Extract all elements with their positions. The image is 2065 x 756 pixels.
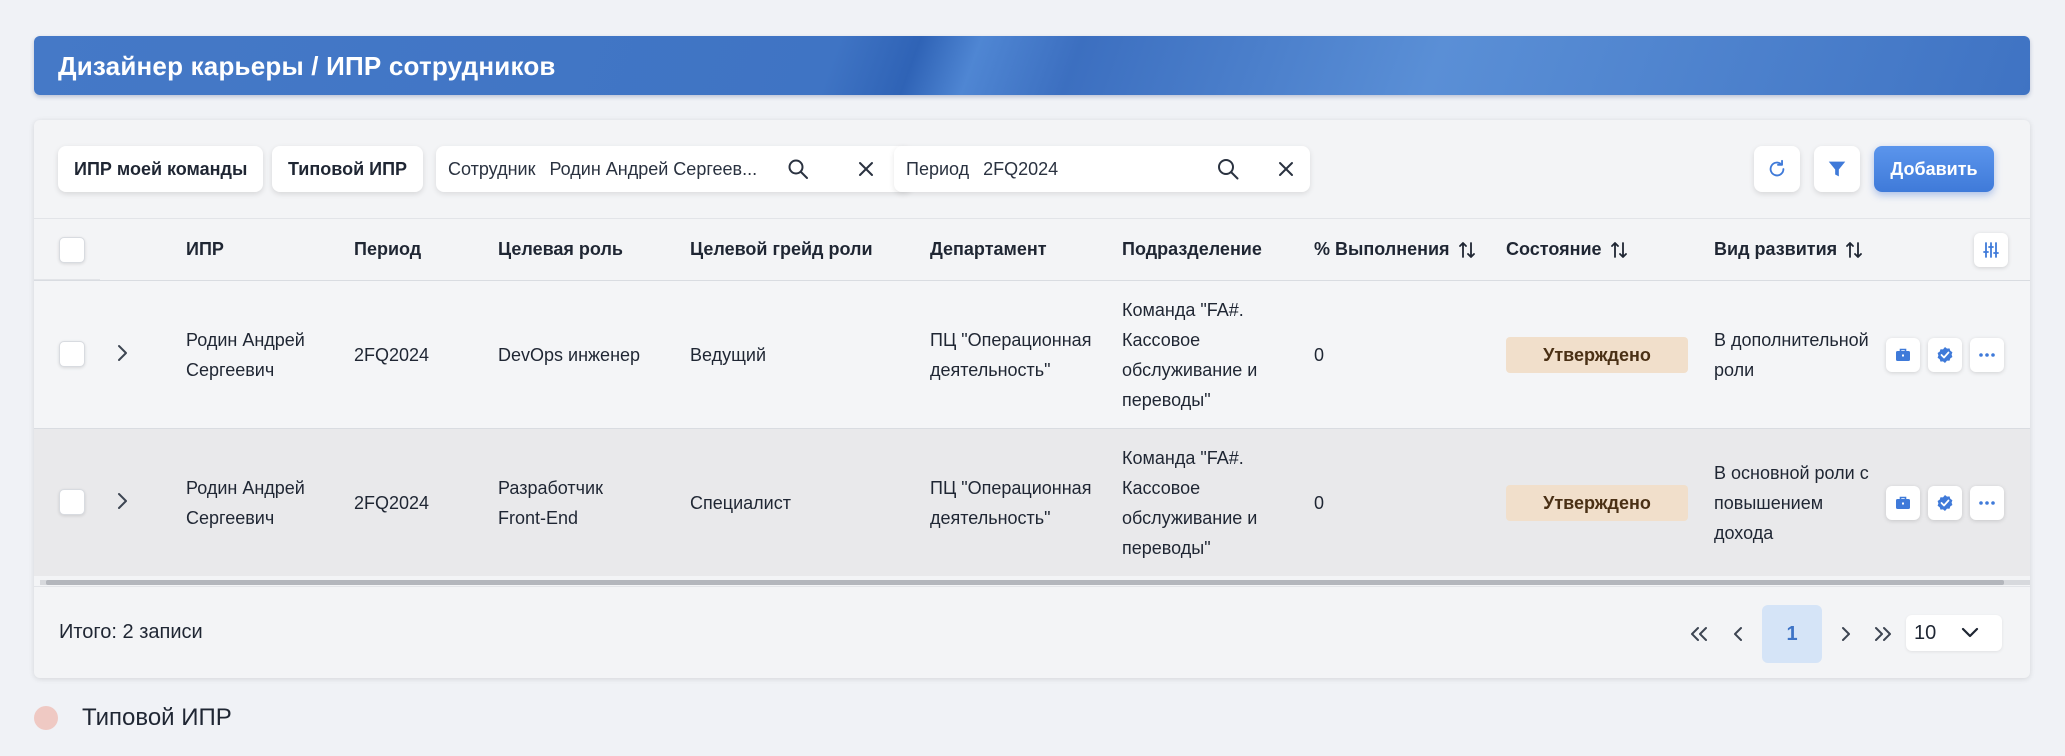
employee-filter-label: Сотрудник [448,158,536,179]
cell-target-grade: Специалист [690,493,791,513]
column-state-header[interactable]: Состояние [1506,239,1628,260]
cell-target-role: DevOps инженер [498,345,641,365]
cell-target-grade: Ведущий [690,345,767,365]
period-filter[interactable]: Период 2FQ2024 [894,146,1310,192]
column-ipr: ИПР [186,239,224,259]
column-completion-header[interactable]: % Выполнения [1314,239,1476,260]
page-button-current[interactable]: 1 [1762,605,1822,663]
page-size-value: 10 [1914,621,1937,644]
legend-dot [34,706,58,730]
toolbar: ИПР моей команды Типовой ИПР Сотрудник Р… [34,120,2030,218]
column-division: Подразделение [1122,239,1262,259]
cell-dev-type: В дополнительной роли [1714,330,1869,380]
cell-ipr: Родин Андрей Сергеевич [186,478,305,528]
more-button[interactable] [1970,486,2004,520]
filter-button[interactable] [1814,146,1860,192]
sliders-icon [1983,242,1999,258]
approve-button[interactable] [1928,486,1962,520]
column-dev-type: Вид развития [1714,239,1838,259]
cell-ipr: Родин Андрей Сергеевич [186,330,305,380]
chevron-down-icon [1961,627,1979,638]
cell-period: 2FQ2024 [354,345,430,365]
last-page-button[interactable] [1868,605,1898,663]
cell-completion: 0 [1314,493,1325,513]
chevron-left-icon [1734,627,1742,641]
more-icon [1979,353,1995,357]
total-count: Итого: 2 записи [59,621,203,643]
status-badge: Утверждено [1506,485,1688,521]
employee-filter[interactable]: Сотрудник Родин Андрей Сергеев... [436,146,912,192]
filter-icon [1828,161,1846,177]
column-target-grade: Целевой грейд роли [690,239,873,259]
column-department: Департамент [930,239,1047,259]
sort-icon[interactable] [1458,240,1476,260]
more-icon [1979,501,1995,505]
cell-department: ПЦ "Операционная деятельность" [930,478,1092,528]
status-badge: Утверждено [1506,337,1688,373]
cell-target-role: Разработчик Front-End [498,478,603,528]
check-badge-icon [1937,347,1953,363]
row-checkbox[interactable] [59,489,85,515]
period-filter-value: 2FQ2024 [983,158,1059,179]
chevron-right-icon[interactable] [112,341,132,365]
period-filter-label: Период [906,158,970,179]
refresh-icon [1769,159,1785,177]
employee-filter-value: Родин Андрей Сергеев... [549,158,758,179]
clear-icon[interactable] [854,157,878,181]
chevron-right-icon[interactable] [112,489,132,513]
horizontal-scrollbar[interactable] [40,578,2030,586]
cell-period: 2FQ2024 [354,493,430,513]
legend: Типовой ИПР [34,704,232,732]
ipr-card: ИПР моей команды Типовой ИПР Сотрудник Р… [34,120,2030,678]
cell-completion: 0 [1314,345,1325,365]
refresh-button[interactable] [1754,146,1800,192]
first-page-button[interactable] [1684,605,1714,663]
check-badge-icon [1937,495,1953,511]
my-team-ipr-button[interactable]: ИПР моей команды [58,146,264,192]
page-title: Дизайнер карьеры / ИПР сотрудников [58,51,556,81]
page-header: Дизайнер карьеры / ИПР сотрудников [34,36,2030,95]
search-icon[interactable] [786,157,810,181]
sort-icon[interactable] [1845,240,1863,260]
double-chevron-left-icon [1691,627,1707,641]
cell-division: Команда "FA#. Кассовое обслуживание и перев… [1122,448,1258,558]
add-button[interactable]: Добавить [1874,146,1994,192]
column-settings-button[interactable] [1974,233,2008,267]
prev-page-button[interactable] [1726,605,1750,663]
legend-label: Типовой ИПР [82,704,232,731]
column-period: Период [354,239,422,259]
next-page-button[interactable] [1834,605,1858,663]
chevron-right-icon [1842,627,1850,641]
cell-dev-type: В основной роли с повышением дохода [1714,463,1869,543]
column-dev-type-header[interactable]: Вид развития [1714,239,1863,260]
clear-icon[interactable] [1274,157,1298,181]
cell-department: ПЦ "Операционная деятельность" [930,330,1092,380]
briefcase-button[interactable] [1886,486,1920,520]
sort-icon[interactable] [1610,240,1628,260]
more-button[interactable] [1970,338,2004,372]
column-state: Состояние [1506,239,1602,259]
column-target-role: Целевая роль [498,239,623,259]
table-row[interactable]: Родин Андрей Сергеевич 2FQ2024 Разработчи… [34,428,2030,576]
briefcase-button[interactable] [1886,338,1920,372]
table-row[interactable]: Родин Андрей Сергеевич 2FQ2024 DevOps инж… [34,280,2030,428]
select-all-checkbox[interactable] [59,237,85,263]
cell-division: Команда "FA#. Кассовое обслуживание и перев… [1122,300,1258,410]
table-header: ИПР Период Целевая роль Целевой грейд ро… [34,218,2030,281]
scrollbar-thumb[interactable] [46,580,2004,585]
briefcase-icon [1896,496,1910,509]
search-icon[interactable] [1216,157,1240,181]
row-checkbox[interactable] [59,341,85,367]
briefcase-icon [1896,348,1910,361]
column-completion: % Выполнения [1314,239,1450,259]
approve-button[interactable] [1928,338,1962,372]
typical-ipr-button[interactable]: Типовой ИПР [272,146,424,192]
double-chevron-right-icon [1875,627,1891,641]
page-size-select[interactable]: 10 [1906,615,2002,651]
table-footer: Итого: 2 записи 1 10 [34,586,2030,678]
